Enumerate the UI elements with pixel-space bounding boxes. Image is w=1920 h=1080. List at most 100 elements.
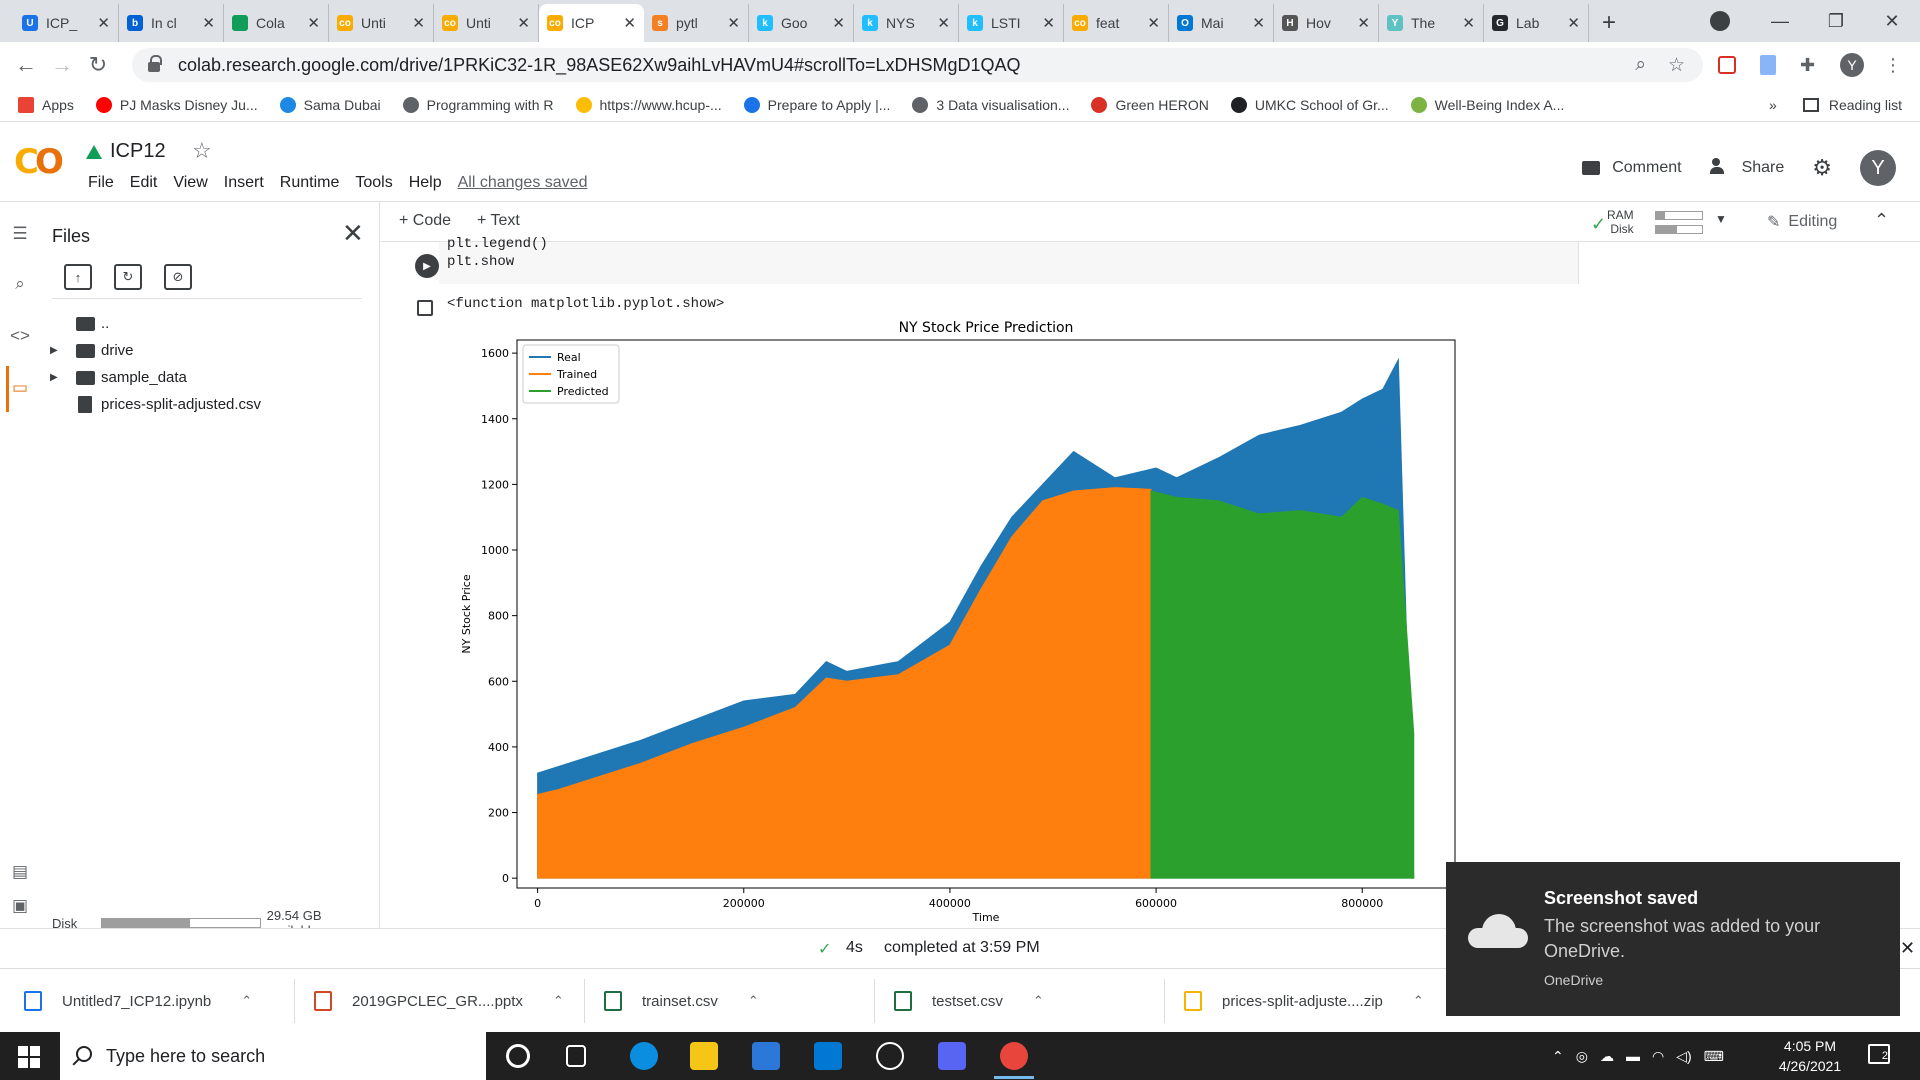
file-explorer-icon[interactable] <box>690 1042 718 1070</box>
account-avatar[interactable]: Y <box>1860 150 1896 186</box>
tab-close-icon[interactable]: ✕ <box>623 14 636 32</box>
download-options-icon[interactable]: ⌃ <box>748 993 759 1009</box>
file-tree-item[interactable]: ▶ drive <box>40 337 380 364</box>
upload-file-icon[interactable]: ↑ <box>64 264 92 290</box>
menu-view[interactable]: View <box>165 174 215 192</box>
browser-tab[interactable]: k LSTI ✕ <box>959 4 1064 42</box>
tab-close-icon[interactable]: ✕ <box>97 14 110 32</box>
download-item[interactable]: prices-split-adjuste....zip ⌃ <box>1184 969 1424 1033</box>
tab-close-icon[interactable]: ✕ <box>517 14 530 32</box>
reload-icon[interactable]: ↻ <box>80 52 116 78</box>
code-editor[interactable]: plt.legend() plt.show <box>439 236 1579 284</box>
browser-tab[interactable]: Cola ✕ <box>224 4 329 42</box>
bookmark-item[interactable]: Green HERON <box>1091 96 1209 113</box>
wifi-icon[interactable]: ◠ <box>1652 1048 1664 1065</box>
menu-edit[interactable]: Edit <box>122 174 166 192</box>
store-icon[interactable] <box>752 1042 780 1070</box>
browser-tab[interactable]: b In cl ✕ <box>119 4 224 42</box>
menu-insert[interactable]: Insert <box>216 174 272 192</box>
profile-avatar[interactable]: Y <box>1840 52 1864 78</box>
refresh-folder-icon[interactable]: ↻ <box>114 264 142 290</box>
tab-close-icon[interactable]: ✕ <box>727 14 740 32</box>
menu-runtime[interactable]: Runtime <box>272 174 348 192</box>
meet-now-icon[interactable]: ◎ <box>1576 1048 1588 1065</box>
download-item[interactable]: testset.csv ⌃ <box>894 969 1044 1033</box>
pocket-extension-icon[interactable] <box>1718 52 1736 78</box>
download-options-icon[interactable]: ⌃ <box>553 993 564 1009</box>
search-icon[interactable]: ⌕ <box>0 274 40 294</box>
menu-file[interactable]: File <box>80 174 122 192</box>
chrome-icon[interactable] <box>1000 1042 1028 1070</box>
browser-tab[interactable]: O Mai ✕ <box>1169 4 1274 42</box>
tab-close-icon[interactable]: ✕ <box>307 14 320 32</box>
tab-close-icon[interactable]: ✕ <box>1147 14 1160 32</box>
tab-close-icon[interactable]: ✕ <box>937 14 950 32</box>
action-center-icon[interactable]: 2 <box>1868 1044 1890 1064</box>
bookmark-item[interactable]: PJ Masks Disney Ju... <box>95 96 258 113</box>
notebook-title[interactable]: ICP12 <box>110 140 166 163</box>
browser-tab[interactable]: Y The ✕ <box>1379 4 1484 42</box>
bookmark-item[interactable]: UMKC School of Gr... <box>1230 96 1389 113</box>
back-icon[interactable]: ← <box>8 52 44 78</box>
browser-tab[interactable]: H Hov ✕ <box>1274 4 1379 42</box>
url-text[interactable]: colab.research.google.com/drive/1PRKiC32… <box>178 55 1021 76</box>
show-hidden-icons-icon[interactable]: ⌃ <box>1552 1048 1564 1065</box>
cortana-icon[interactable] <box>506 1044 530 1068</box>
save-status[interactable]: All changes saved <box>450 174 596 192</box>
browser-tab[interactable]: s pytl ✕ <box>644 4 749 42</box>
code-snippets-icon[interactable]: <> <box>0 326 40 346</box>
download-item[interactable]: 2019GPCLEC_GR....pptx ⌃ <box>314 969 564 1033</box>
editing-mode-button[interactable]: ✎ Editing <box>1767 212 1837 232</box>
zoom-icon[interactable]: ⌕ <box>1635 54 1646 76</box>
collapse-header-icon[interactable]: ⌃ <box>1874 210 1889 231</box>
mount-drive-icon[interactable]: ⊘ <box>164 264 192 290</box>
dell-icon[interactable] <box>876 1042 904 1070</box>
close-window-icon[interactable]: ✕ <box>1864 11 1920 32</box>
download-item[interactable]: trainset.csv ⌃ <box>604 969 759 1033</box>
minimize-icon[interactable]: — <box>1752 11 1808 32</box>
tab-close-icon[interactable]: ✕ <box>202 14 215 32</box>
onedrive-toast[interactable]: Screenshot saved The screenshot was adde… <box>1446 862 1900 1016</box>
docs-extension-icon[interactable] <box>1760 52 1776 78</box>
bookmark-item[interactable]: https://www.hcup-... <box>575 96 722 113</box>
file-tree-item[interactable]: prices-split-adjusted.csv <box>40 391 380 418</box>
close-downloads-icon[interactable]: ✕ <box>1900 938 1915 959</box>
browser-tab[interactable]: G Lab ✕ <box>1484 4 1589 42</box>
add-code-button[interactable]: + Code <box>399 212 451 230</box>
windows-start-icon[interactable] <box>18 1046 40 1068</box>
restore-icon[interactable]: ❐ <box>1808 11 1864 32</box>
tab-close-icon[interactable]: ✕ <box>832 14 845 32</box>
keyboard-icon[interactable]: ⌨ <box>1704 1048 1724 1065</box>
browser-tab[interactable]: k NYS ✕ <box>854 4 959 42</box>
tab-close-icon[interactable]: ✕ <box>1042 14 1055 32</box>
bookmark-item[interactable]: Prepare to Apply |... <box>743 96 890 113</box>
expand-arrow-icon[interactable]: ▶ <box>50 372 58 383</box>
mail-icon[interactable] <box>814 1042 842 1070</box>
download-item[interactable]: Untitled7_ICP12.ipynb ⌃ <box>24 969 252 1033</box>
table-of-contents-icon[interactable]: ☰ <box>0 224 40 244</box>
edge-icon[interactable] <box>630 1042 658 1070</box>
bookmark-item[interactable]: Sama Dubai <box>279 96 381 113</box>
colab-logo[interactable]: CO <box>14 142 64 182</box>
tab-close-icon[interactable]: ✕ <box>1252 14 1265 32</box>
browser-tab[interactable]: co feat ✕ <box>1064 4 1169 42</box>
reading-list-button[interactable]: Reading list <box>1802 97 1902 113</box>
browser-tab[interactable]: k Goo ✕ <box>749 4 854 42</box>
expand-arrow-icon[interactable]: ▶ <box>50 345 58 356</box>
browser-menu-icon[interactable]: ⋮ <box>1884 52 1902 78</box>
settings-gear-icon[interactable]: ⚙ <box>1812 155 1832 181</box>
battery-icon[interactable]: ▬ <box>1626 1048 1640 1064</box>
forward-icon[interactable]: → <box>44 52 80 78</box>
bookmark-star-icon[interactable]: ☆ <box>1668 54 1685 77</box>
runtime-dropdown-icon[interactable]: ▼ <box>1715 212 1727 226</box>
tab-close-icon[interactable]: ✕ <box>1567 14 1580 32</box>
files-folder-icon[interactable]: ▭ <box>0 378 40 398</box>
command-palette-icon[interactable]: ▤ <box>0 862 40 882</box>
browser-tab[interactable]: co Unti ✕ <box>329 4 434 42</box>
lock-icon[interactable] <box>148 55 162 72</box>
browser-tab[interactable]: co ICP ✕ <box>539 4 644 42</box>
tab-close-icon[interactable]: ✕ <box>1462 14 1475 32</box>
add-text-button[interactable]: + Text <box>477 212 520 230</box>
output-icon[interactable] <box>417 300 433 316</box>
url-omnibox[interactable]: colab.research.google.com/drive/1PRKiC32… <box>132 48 1703 82</box>
